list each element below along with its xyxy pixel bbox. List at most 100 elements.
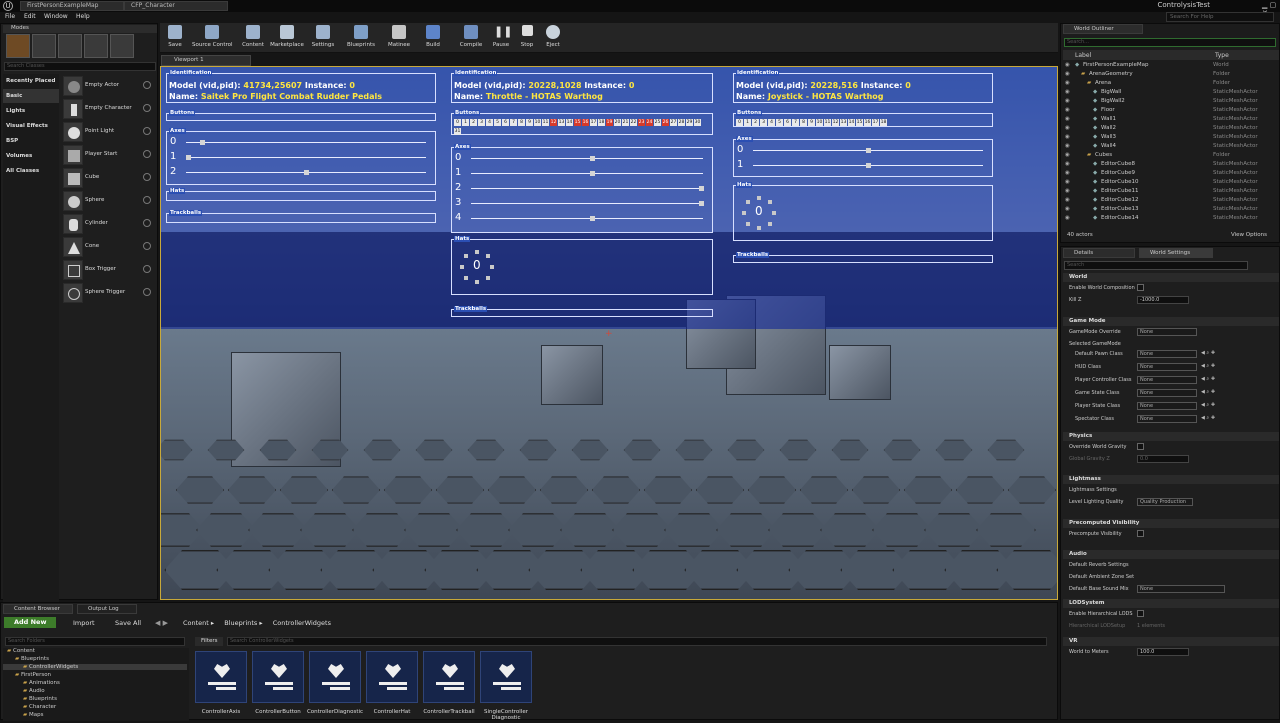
blueprints-button[interactable]: Blueprints: [346, 25, 376, 53]
asset-tile[interactable]: ControllerDiagnostic: [307, 651, 363, 723]
hierarchical-lods-checkbox[interactable]: [1137, 610, 1144, 617]
visibility-eye-icon[interactable]: ◉: [1065, 70, 1070, 79]
asset-tile[interactable]: ControllerTrackball: [423, 651, 475, 723]
class-dropdown[interactable]: None: [1137, 402, 1197, 410]
outliner-row[interactable]: ◉ ◆ EditorCube10 StaticMeshActor: [1065, 178, 1275, 187]
viewport-tab[interactable]: Viewport 1: [161, 55, 251, 66]
viewport[interactable]: Identification Model (vid,pid): 41734,25…: [160, 66, 1058, 600]
place-item-sphere[interactable]: Sphere: [63, 191, 155, 211]
outliner-row[interactable]: ◉ ◆ BigWall StaticMeshActor: [1065, 88, 1275, 97]
precompute-visibility-checkbox[interactable]: [1137, 530, 1144, 537]
outliner-row[interactable]: ◉ ◆ BigWall2 StaticMeshActor: [1065, 97, 1275, 106]
override-gravity-checkbox[interactable]: [1137, 443, 1144, 450]
asset-tile[interactable]: SingleController Diagnostic: [480, 651, 532, 723]
visibility-eye-icon[interactable]: ◉: [1065, 196, 1070, 205]
tab-level[interactable]: FirstPersonExampleMap: [20, 1, 124, 11]
details-tab[interactable]: Details: [1063, 248, 1135, 258]
category-precomputed-visibility[interactable]: Precomputed Visibility: [1063, 519, 1279, 528]
outliner-row[interactable]: ◉ ◆ Wall4 StaticMeshActor: [1065, 142, 1275, 151]
outliner-row[interactable]: ◉ ◆ EditorCube11 StaticMeshActor: [1065, 187, 1275, 196]
col-label[interactable]: Label: [1075, 52, 1091, 59]
visibility-eye-icon[interactable]: ◉: [1065, 133, 1070, 142]
category-lights[interactable]: Lights: [3, 104, 59, 118]
browse-icon[interactable]: ◀ ⌕ ✚: [1201, 415, 1215, 421]
place-item-player-start[interactable]: Player Start: [63, 145, 155, 165]
place-item-empty-actor[interactable]: Empty Actor: [63, 76, 155, 96]
visibility-eye-icon[interactable]: ◉: [1065, 115, 1070, 124]
outliner-row[interactable]: ◉ ◆ EditorCube8 StaticMeshActor: [1065, 160, 1275, 169]
class-dropdown[interactable]: None: [1137, 376, 1197, 384]
world-to-meters-input[interactable]: 100.0: [1137, 648, 1189, 656]
asset-tile[interactable]: ControllerButton: [252, 651, 304, 723]
modes-tab[interactable]: Modes: [3, 25, 157, 33]
class-dropdown[interactable]: None: [1137, 389, 1197, 397]
category-volumes[interactable]: Volumes: [3, 149, 59, 163]
outliner-row[interactable]: ◉ ◆ EditorCube14 StaticMeshActor: [1065, 214, 1275, 223]
visibility-eye-icon[interactable]: ◉: [1065, 151, 1070, 160]
content-button[interactable]: Content: [238, 25, 268, 53]
browse-icon[interactable]: ◀ ⌕ ✚: [1201, 376, 1215, 382]
browse-icon[interactable]: ◀ ⌕ ✚: [1201, 350, 1215, 356]
visibility-eye-icon[interactable]: ◉: [1065, 214, 1070, 223]
menu-file[interactable]: File: [5, 13, 15, 20]
outliner-row[interactable]: ◉ ◆ Wall2 StaticMeshActor: [1065, 124, 1275, 133]
window-controls[interactable]: ▁ ▢ ✕: [1262, 1, 1278, 17]
category-visual-effects[interactable]: Visual Effects: [3, 119, 59, 133]
outliner-row[interactable]: ◉ ◆ Wall3 StaticMeshActor: [1065, 133, 1275, 142]
foliage-mode-icon[interactable]: [84, 34, 108, 58]
category-lodsystem[interactable]: LODSystem: [1063, 599, 1279, 608]
place-item-point-light[interactable]: Point Light: [63, 122, 155, 142]
visibility-eye-icon[interactable]: ◉: [1065, 97, 1070, 106]
visibility-eye-icon[interactable]: ◉: [1065, 142, 1070, 151]
outliner-row[interactable]: ◉ ▰ Arena Folder: [1065, 79, 1275, 88]
outliner-row[interactable]: ◉ ◆ EditorCube12 StaticMeshActor: [1065, 196, 1275, 205]
matinee-button[interactable]: Matinee: [384, 25, 414, 53]
category-game-mode[interactable]: Game Mode: [1063, 317, 1279, 326]
place-item-sphere-trigger[interactable]: Sphere Trigger: [63, 283, 155, 303]
outliner-search-input[interactable]: Search...: [1064, 38, 1276, 47]
place-item-cube[interactable]: Cube: [63, 168, 155, 188]
menu-window[interactable]: Window: [44, 13, 68, 20]
visibility-eye-icon[interactable]: ◉: [1065, 178, 1070, 187]
outliner-row[interactable]: ◉ ◆ Wall1 StaticMeshActor: [1065, 115, 1275, 124]
menu-edit[interactable]: Edit: [24, 13, 36, 20]
visibility-eye-icon[interactable]: ◉: [1065, 169, 1070, 178]
place-item-cylinder[interactable]: Cylinder: [63, 214, 155, 234]
category-recently-placed[interactable]: Recently Placed: [3, 74, 59, 88]
asset-tile[interactable]: ControllerAxis: [195, 651, 247, 723]
outliner-row[interactable]: ◉ ◆ EditorCube13 StaticMeshActor: [1065, 205, 1275, 214]
category-audio[interactable]: Audio: [1063, 550, 1279, 559]
save-button[interactable]: Save: [160, 25, 190, 53]
global-gravity-input[interactable]: 0.0: [1137, 455, 1189, 463]
outliner-row[interactable]: ◉ ▰ Cubes Folder: [1065, 151, 1275, 160]
world-outliner-tab[interactable]: World Outliner: [1063, 24, 1143, 34]
marketplace-button[interactable]: Marketplace: [270, 25, 304, 53]
visibility-eye-icon[interactable]: ◉: [1065, 106, 1070, 115]
place-item-empty-character[interactable]: Empty Character: [63, 99, 155, 119]
category-physics[interactable]: Physics: [1063, 432, 1279, 441]
place-item-box-trigger[interactable]: Box Trigger: [63, 260, 155, 280]
landscape-mode-icon[interactable]: [58, 34, 82, 58]
help-search-input[interactable]: Search For Help: [1166, 12, 1274, 22]
view-options-button[interactable]: View Options: [1231, 232, 1267, 238]
visibility-eye-icon[interactable]: ◉: [1065, 61, 1070, 70]
tab-blueprint[interactable]: CFP_Character: [124, 1, 228, 11]
build-button[interactable]: Build: [418, 25, 448, 53]
class-dropdown[interactable]: None: [1137, 415, 1197, 423]
base-sound-mix-dropdown[interactable]: None: [1137, 585, 1225, 593]
visibility-eye-icon[interactable]: ◉: [1065, 160, 1070, 169]
outliner-row[interactable]: ◉ ◆ EditorCube9 StaticMeshActor: [1065, 169, 1275, 178]
visibility-eye-icon[interactable]: ◉: [1065, 187, 1070, 196]
category-lightmass[interactable]: Lightmass: [1063, 475, 1279, 484]
visibility-eye-icon[interactable]: ◉: [1065, 79, 1070, 88]
world-settings-tab[interactable]: World Settings: [1139, 248, 1213, 258]
search-classes-input[interactable]: Search Classes: [4, 62, 156, 71]
paint-mode-icon[interactable]: [32, 34, 56, 58]
category-world[interactable]: World: [1063, 273, 1279, 282]
visibility-eye-icon[interactable]: ◉: [1065, 205, 1070, 214]
enable-world-composition-checkbox[interactable]: [1137, 284, 1144, 291]
geometry-mode-icon[interactable]: [110, 34, 134, 58]
category-bsp[interactable]: BSP: [3, 134, 59, 148]
outliner-row[interactable]: ◉ ◆ Floor StaticMeshActor: [1065, 106, 1275, 115]
class-dropdown[interactable]: None: [1137, 363, 1197, 371]
